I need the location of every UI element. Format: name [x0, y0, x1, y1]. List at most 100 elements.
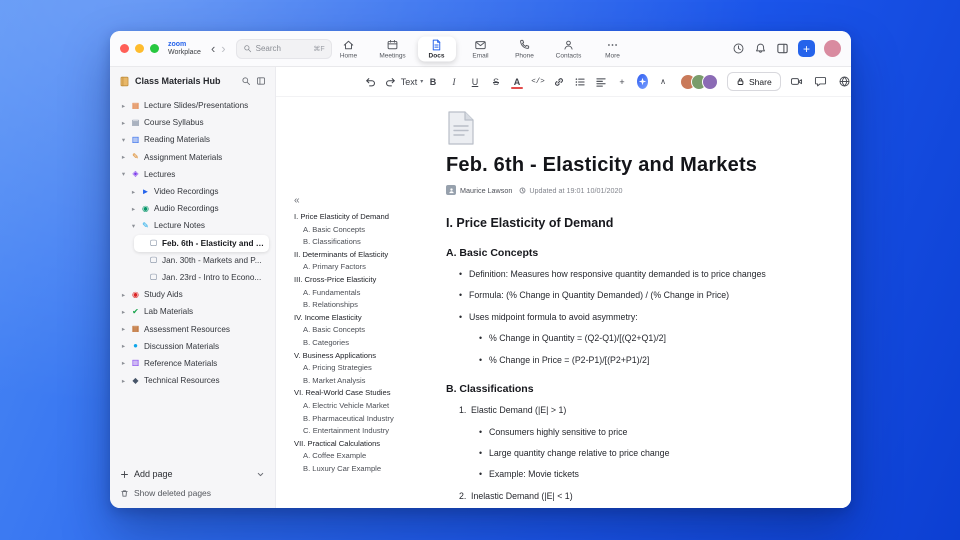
toc-item[interactable]: III. Cross-Price Elasticity	[294, 274, 446, 287]
toc-item[interactable]: I. Price Elasticity of Demand	[294, 211, 446, 224]
sidebar-item[interactable]: ▢ Jan. 30th - Markets and P...	[134, 252, 269, 269]
sidebar-item[interactable]: ▾ ◈ Lectures	[116, 166, 269, 183]
chevron-icon[interactable]: ▸	[120, 119, 127, 127]
chevron-icon[interactable]: ▸	[120, 325, 127, 333]
tab-home[interactable]: Home	[330, 36, 368, 61]
insert-button[interactable]: +	[616, 77, 628, 87]
video-icon[interactable]	[790, 75, 803, 88]
bold-button[interactable]: B	[427, 77, 439, 87]
notifications-icon[interactable]	[754, 42, 767, 55]
document-title[interactable]: Feb. 6th - Elasticity and Markets	[446, 154, 808, 177]
sidebar-item[interactable]: ▸ ► Video Recordings	[126, 183, 269, 200]
minimize-window-button[interactable]	[135, 44, 144, 53]
sidebar-item[interactable]: ▢ Feb. 6th - Elasticity and M...	[134, 234, 269, 252]
toc-collapse-button[interactable]: «	[294, 195, 300, 206]
sidebar-item[interactable]: ▸ ◉ Study Aids	[116, 286, 269, 303]
tab-email[interactable]: Email	[462, 36, 500, 61]
toc-item[interactable]: B. Classifications	[294, 236, 446, 249]
tab-contacts[interactable]: Contacts	[550, 36, 588, 61]
ai-companion-button[interactable]	[637, 74, 648, 89]
show-deleted-button[interactable]: Show deleted pages	[120, 488, 265, 498]
tab-phone[interactable]: Phone	[506, 36, 544, 61]
link-button[interactable]	[553, 76, 565, 88]
page-icon: ✔	[132, 306, 139, 316]
chevron-icon[interactable]: ▸	[120, 359, 127, 367]
toc-item[interactable]: B. Relationships	[294, 299, 446, 312]
chevron-icon[interactable]: ▸	[120, 153, 127, 161]
collapse-toolbar-button[interactable]: ∧	[657, 77, 669, 86]
globe-icon[interactable]	[838, 75, 851, 88]
toc-item[interactable]: C. Entertainment Industry	[294, 425, 446, 438]
toc-item[interactable]: VI. Real-World Case Studies	[294, 387, 446, 400]
chevron-icon[interactable]: ▾	[130, 222, 137, 230]
chevron-down-icon[interactable]	[256, 470, 265, 479]
sidebar-item[interactable]: ▸ ✎ Assignment Materials	[116, 149, 269, 166]
toc-item[interactable]: B. Categories	[294, 337, 446, 350]
back-button[interactable]: ‹	[211, 42, 215, 55]
sidebar-item[interactable]: ▸ ● Discussion Materials	[116, 338, 269, 355]
toc-item[interactable]: II. Determinants of Elasticity	[294, 249, 446, 262]
toc-item[interactable]: A. Basic Concepts	[294, 324, 446, 337]
chevron-icon[interactable]: ▸	[120, 291, 127, 299]
sidebar-search-icon[interactable]	[241, 76, 251, 86]
toc-item[interactable]: V. Business Applications	[294, 350, 446, 363]
chevron-icon[interactable]: ▸	[130, 205, 137, 213]
sidebar-item[interactable]: ▸ ▦ Lecture Slides/Presentations	[116, 97, 269, 114]
toc-item[interactable]: A. Fundamentals	[294, 287, 446, 300]
sidebar-collapse-icon[interactable]	[256, 76, 266, 86]
comment-icon[interactable]	[814, 75, 827, 88]
sidebar-item[interactable]: ▸ ◆ Technical Resources	[116, 372, 269, 389]
share-button[interactable]: Share	[727, 72, 781, 91]
tab-docs[interactable]: Docs	[417, 36, 456, 61]
italic-button[interactable]: I	[448, 77, 460, 87]
sidebar-item[interactable]: ▸ ◉ Audio Recordings	[126, 200, 269, 217]
new-button[interactable]: +	[798, 40, 815, 57]
toc-item[interactable]: B. Market Analysis	[294, 375, 446, 388]
history-icon[interactable]	[732, 42, 745, 55]
chevron-icon[interactable]: ▸	[120, 308, 127, 316]
text-color-button[interactable]: A	[511, 77, 523, 89]
code-button[interactable]: </>	[531, 78, 545, 86]
forward-button[interactable]: ›	[221, 42, 225, 55]
maximize-window-button[interactable]	[150, 44, 159, 53]
toc-item[interactable]: A. Basic Concepts	[294, 224, 446, 237]
toc-item[interactable]: VII. Practical Calculations	[294, 438, 446, 451]
strikethrough-button[interactable]: S	[490, 77, 502, 87]
text-style-dropdown[interactable]: Text ▾	[401, 77, 424, 87]
underline-button[interactable]: U	[469, 77, 481, 87]
align-button[interactable]	[595, 76, 607, 88]
toc-item[interactable]: A. Pricing Strategies	[294, 362, 446, 375]
chevron-icon[interactable]: ▸	[120, 342, 127, 350]
sidebar-item[interactable]: ▸ ▥ Reference Materials	[116, 355, 269, 372]
panel-toggle-icon[interactable]	[776, 42, 789, 55]
user-avatar[interactable]	[824, 40, 841, 57]
sidebar-item[interactable]: ▸ ✔ Lab Materials	[116, 303, 269, 320]
toc-item[interactable]: A. Electric Vehicle Market	[294, 400, 446, 413]
chevron-icon[interactable]: ▾	[120, 136, 127, 144]
chevron-icon[interactable]: ▸	[130, 188, 137, 196]
sidebar-item[interactable]: ▾ ▥ Reading Materials	[116, 131, 269, 148]
toc-item[interactable]: B. Pharmaceutical Industry	[294, 413, 446, 426]
toc-item[interactable]: A. Primary Factors	[294, 261, 446, 274]
toc-item[interactable]: B. Luxury Car Example	[294, 463, 446, 476]
chevron-icon[interactable]: ▸	[120, 102, 127, 110]
toc-item[interactable]: IV. Income Elasticity	[294, 312, 446, 325]
sidebar-item[interactable]: ▸ ▤ Course Syllabus	[116, 114, 269, 131]
collaborator-avatar[interactable]	[702, 73, 718, 90]
chevron-icon[interactable]: ▸	[120, 377, 127, 385]
toc-item[interactable]: A. Coffee Example	[294, 450, 446, 463]
sidebar-item[interactable]: ▾ ✎ Lecture Notes	[126, 217, 269, 234]
bullet-list-button[interactable]	[574, 76, 586, 88]
sidebar-item[interactable]: ▸ ▦ Assessment Resources	[116, 320, 269, 337]
sidebar-item[interactable]: ▢ Jan. 23rd - Intro to Econo...	[134, 269, 269, 286]
tab-more[interactable]: More	[594, 36, 632, 61]
redo-button[interactable]	[385, 76, 397, 88]
add-page-button[interactable]: Add page	[120, 469, 265, 479]
global-search[interactable]: Search ⌘F	[235, 38, 332, 59]
undo-button[interactable]	[364, 76, 376, 88]
trash-icon	[120, 489, 129, 498]
tab-meetings[interactable]: Meetings	[374, 36, 412, 61]
close-window-button[interactable]	[120, 44, 129, 53]
chevron-icon[interactable]: ▾	[120, 170, 127, 178]
document[interactable]: Feb. 6th - Elasticity and Markets Mauric…	[446, 97, 808, 502]
